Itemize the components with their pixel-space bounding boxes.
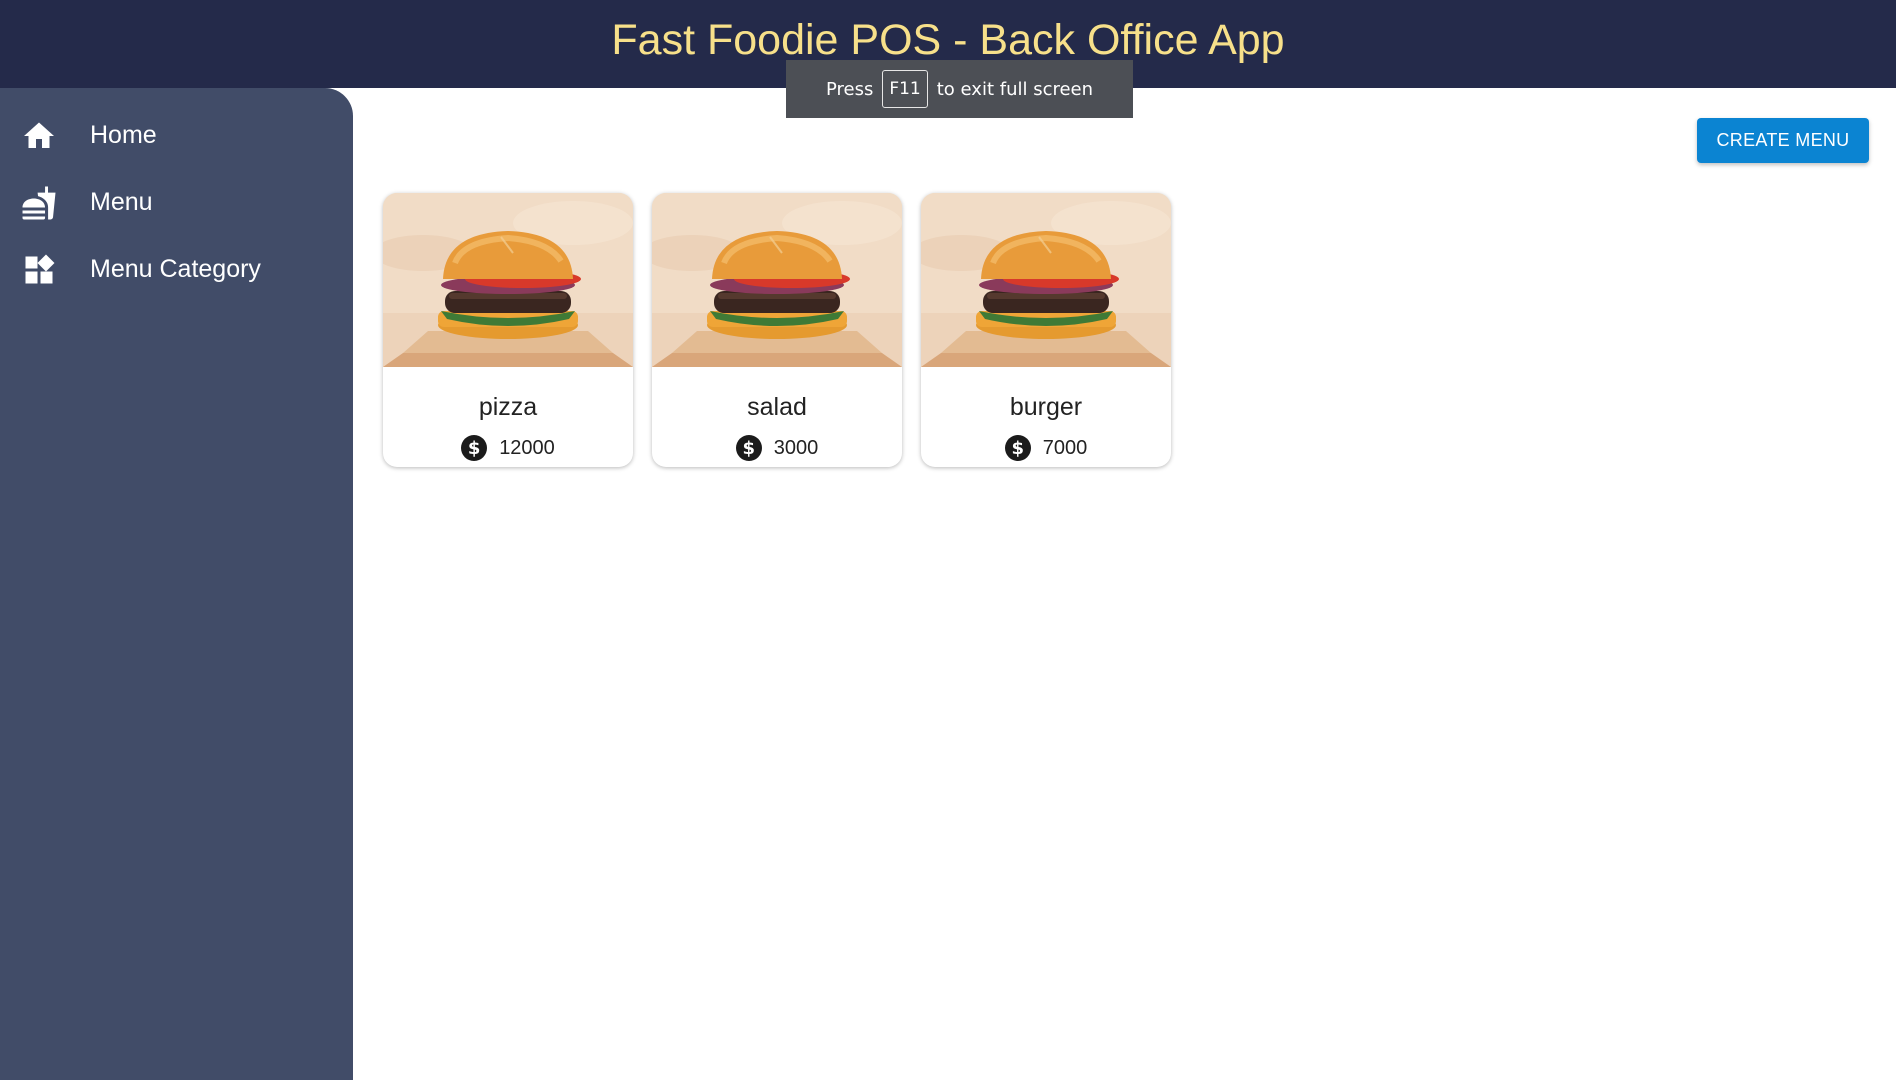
sidebar: Home Menu Menu Category [0,88,353,1080]
app-title: Fast Foodie POS - Back Office App [611,15,1285,64]
menu-card-name: pizza [478,393,538,421]
home-icon [20,117,58,155]
sidebar-item-label: Menu [90,188,153,216]
category-widgets-icon [20,251,58,289]
burger-photo [921,193,1171,367]
sidebar-item-label: Home [90,121,157,149]
create-menu-button[interactable]: CREATE MENU [1697,118,1869,163]
sidebar-item-label: Menu Category [90,255,261,283]
sidebar-item-menu[interactable]: Menu [0,169,353,236]
menu-card-price: $ 12000 [383,435,633,461]
menu-card-price-value: 12000 [499,436,555,459]
menu-card-price-value: 7000 [1042,436,1088,459]
burger-photo [383,193,633,367]
menu-card-price-value: 3000 [773,436,819,459]
dollar-circle-icon: $ [1004,435,1031,461]
fullscreen-notice-prefix: Press [825,78,874,100]
menu-card-price: $ 7000 [921,435,1171,461]
menu-card-salad[interactable]: salad $ 3000 [652,193,902,467]
fullscreen-notice-suffix: to exit full screen [936,78,1094,100]
dollar-circle-icon: $ [461,435,488,461]
menu-food-icon [20,184,58,222]
fullscreen-notice: Press F11 to exit full screen [786,60,1133,118]
menu-card-name: salad [747,393,807,421]
menu-card-price: $ 3000 [652,435,902,461]
dollar-circle-icon: $ [735,435,762,461]
fullscreen-key-badge: F11 [882,70,928,108]
sidebar-item-home[interactable]: Home [0,102,353,169]
menu-card-name: burger [1009,393,1083,421]
menu-card-burger[interactable]: burger $ 7000 [921,193,1171,467]
sidebar-item-menu-category[interactable]: Menu Category [0,236,353,303]
menu-card-pizza[interactable]: pizza $ 12000 [383,193,633,467]
burger-photo [652,193,902,367]
